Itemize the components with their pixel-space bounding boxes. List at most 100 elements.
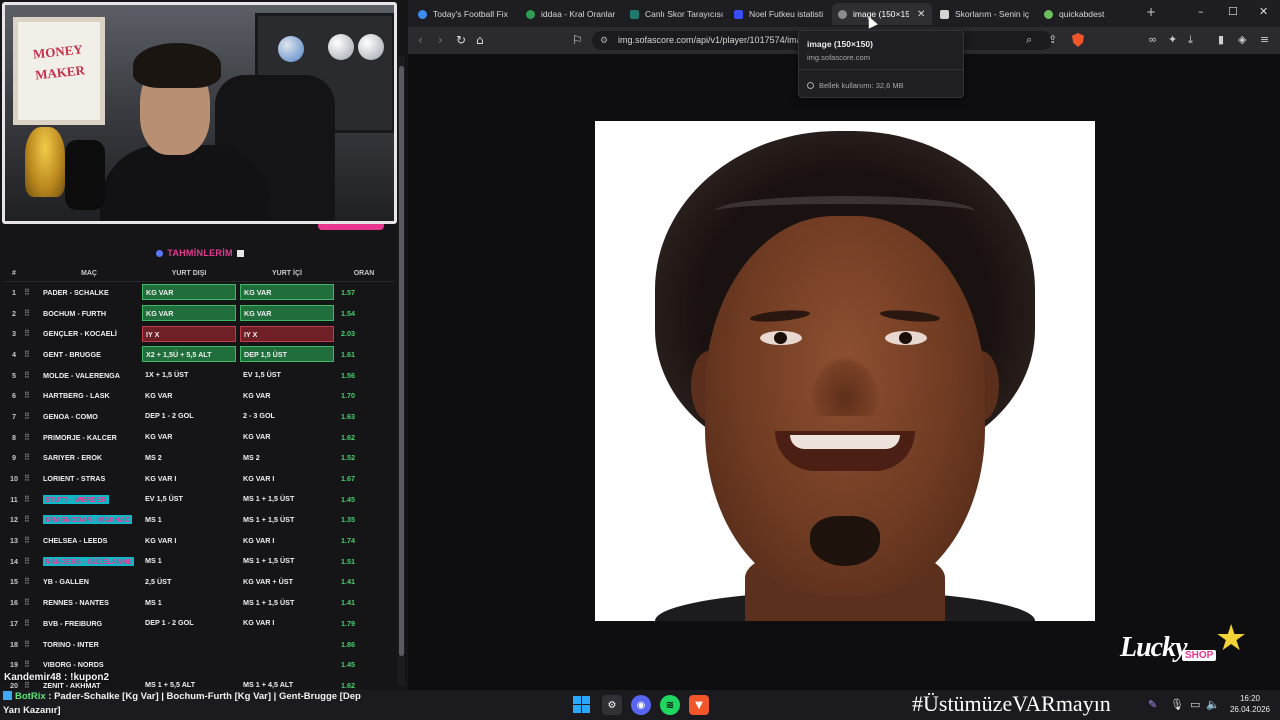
match-name: PADER - SCHALKE [43,287,109,297]
drag-handle-icon[interactable]: ⠿ [24,350,38,359]
back-icon[interactable]: ‹ [418,33,423,47]
row-away-pick: MS 2 [145,452,162,462]
drag-handle-icon[interactable]: ⠿ [24,433,38,442]
tab-image-active[interactable]: image (150×150) ✕ [832,3,932,25]
row-home-pick [240,657,334,673]
row-match: TORINO - INTER [38,640,140,649]
drag-handle-icon[interactable]: ⠿ [24,515,38,524]
wallet-icon[interactable]: ◈ [1238,33,1246,46]
logo-shop: SHOP [1182,650,1217,661]
minimize-icon[interactable]: – [1198,5,1204,18]
menu-icon[interactable]: ≡ [1260,33,1269,46]
row-odds: 1.79 [341,618,355,628]
sidebar-icon[interactable]: ▮ [1218,33,1224,46]
row-home-pick: KG VAR [240,305,334,322]
close-window-icon[interactable]: ✕ [1259,5,1268,18]
row-match: GENOA - COMO [38,412,140,421]
drag-handle-icon[interactable]: ⠿ [24,391,38,400]
row-odds: 1.70 [341,391,355,401]
tab-todays-football[interactable]: Today's Football Fix [418,3,518,25]
brave-browser-icon[interactable]: ▼ [689,695,709,715]
new-tab-icon[interactable]: + [1146,5,1156,19]
download-icon[interactable]: ⤓ [1188,33,1193,47]
prediction-row: 10 ⠿ LORIENT - STRAS KG VAR I KG VAR I 1.67 [4,468,394,489]
row-odds: 2.03 [341,329,355,339]
row-number: 2 [12,308,16,318]
tab-canli-skor[interactable]: Canlı Skor Tarayıcısı [630,3,730,25]
row-away-pick: X2 + 1,5Ü + 5,5 ALT [142,346,236,363]
row-away-pick: MS 1 [145,597,162,607]
overlay-scrollbar[interactable] [398,56,405,686]
row-odds: 1.57 [341,287,355,297]
tab-skorlarim[interactable]: Skorlarım - Senin iç [940,3,1035,25]
drag-handle-icon[interactable]: ⠿ [24,309,38,318]
tab-sofascore-player[interactable]: Noel Futkeu istatisti [734,3,834,25]
row-odds: 1.52 [341,453,355,463]
close-tab-icon[interactable]: ✕ [917,9,925,20]
drag-handle-icon[interactable]: ⠿ [24,536,38,545]
vpn-icon[interactable]: ∞ [1148,33,1157,46]
match-name: GENÇLER - KOCAELİ [43,329,117,339]
tab-iddaa[interactable]: iddaa - Kral Oranlar [526,3,626,25]
row-home-pick: EV 1,5 ÜST [243,370,281,380]
prediction-row: 2 ⠿ BOCHUM - FURTH KG VAR KG VAR 1.54 [4,303,394,324]
drag-handle-icon[interactable]: ⠿ [24,557,38,566]
drag-handle-icon[interactable]: ⠿ [24,640,38,649]
home-icon[interactable]: ⌂ [476,33,484,47]
share-icon[interactable]: ⇪ [1048,33,1057,46]
row-away-pick [142,657,236,673]
stream-hashtag: #ÜstümüzeVARmayın [912,691,1111,716]
spotify-icon[interactable]: ≋ [660,695,680,715]
match-name: STUTT - WERDER [43,494,109,504]
windows-start-icon[interactable] [573,696,590,713]
tooltip-title: image (150×150) [807,39,873,49]
drag-handle-icon[interactable]: ⠿ [24,288,38,297]
row-home-pick: KG VAR I [243,473,275,483]
row-away-pick: EV 1,5 ÜST [145,494,183,504]
drag-handle-icon[interactable]: ⠿ [24,474,38,483]
logo-word: Lucky [1120,632,1188,663]
scrollbar-thumb[interactable] [399,66,404,656]
drag-handle-icon[interactable]: ⠿ [24,577,38,586]
forward-icon[interactable]: › [438,33,443,47]
volume-icon[interactable]: 🔈 [1206,698,1220,711]
reload-icon[interactable]: ↻ [456,33,466,47]
row-away-pick: KG VAR [145,390,173,400]
row-odds: 1.41 [341,577,355,587]
prediction-row: 5 ⠿ MOLDE - VALERENGA 1X + 1,5 ÜST EV 1,5 ÜS… [4,365,394,386]
row-away-pick: 1X + 1,5 ÜST [145,370,189,380]
pen-icon[interactable]: ✎ [1148,698,1157,711]
maximize-icon[interactable]: ☐ [1228,5,1238,18]
network-icon[interactable]: ▭ [1190,698,1200,711]
row-home-pick: MS 1 + 1,5 ÜST [243,597,295,607]
bot-badge-icon [3,691,12,700]
extensions-icon[interactable]: ✦ [1168,33,1177,46]
row-home-pick: 2 - 3 GOL [243,411,275,421]
header-match: MAÇ [81,270,97,277]
drag-handle-icon[interactable]: ⠿ [24,660,38,669]
drag-handle-icon[interactable]: ⠿ [24,619,38,628]
drag-handle-icon[interactable]: ⠿ [24,412,38,421]
drag-handle-icon[interactable]: ⠿ [24,453,38,462]
drag-handle-icon[interactable]: ⠿ [24,371,38,380]
bookmark-icon[interactable]: ⚐ [572,33,583,47]
brave-shield-icon[interactable] [1072,33,1084,47]
discord-icon[interactable]: ◉ [631,695,651,715]
mic-tray-icon[interactable]: 🎙 [1170,698,1184,711]
row-odds: 1.63 [341,411,355,421]
site-info-icon[interactable]: ⚙ [600,31,608,50]
row-odds: 1.62 [341,680,355,690]
tab-quickabdest[interactable]: quickabdest [1044,3,1139,25]
drag-handle-icon[interactable]: ⠿ [24,598,38,607]
row-away-pick: MS 1 [145,556,162,566]
drag-handle-icon[interactable]: ⠿ [24,329,38,338]
leaf-icon [526,9,535,19]
match-name: HARTBERG - LASK [43,391,110,401]
drag-handle-icon[interactable]: ⠿ [24,495,38,504]
zoom-icon[interactable]: ⌕ [1026,33,1032,47]
system-clock[interactable]: 16:20 26.04.2026 [1226,693,1274,715]
settings-app-icon[interactable]: ⚙ [602,695,622,715]
row-home-pick [240,636,334,652]
row-number: 5 [12,370,16,380]
prediction-row: 9 ⠿ SARIYER - EROK MS 2 MS 2 1.52 [4,448,394,469]
